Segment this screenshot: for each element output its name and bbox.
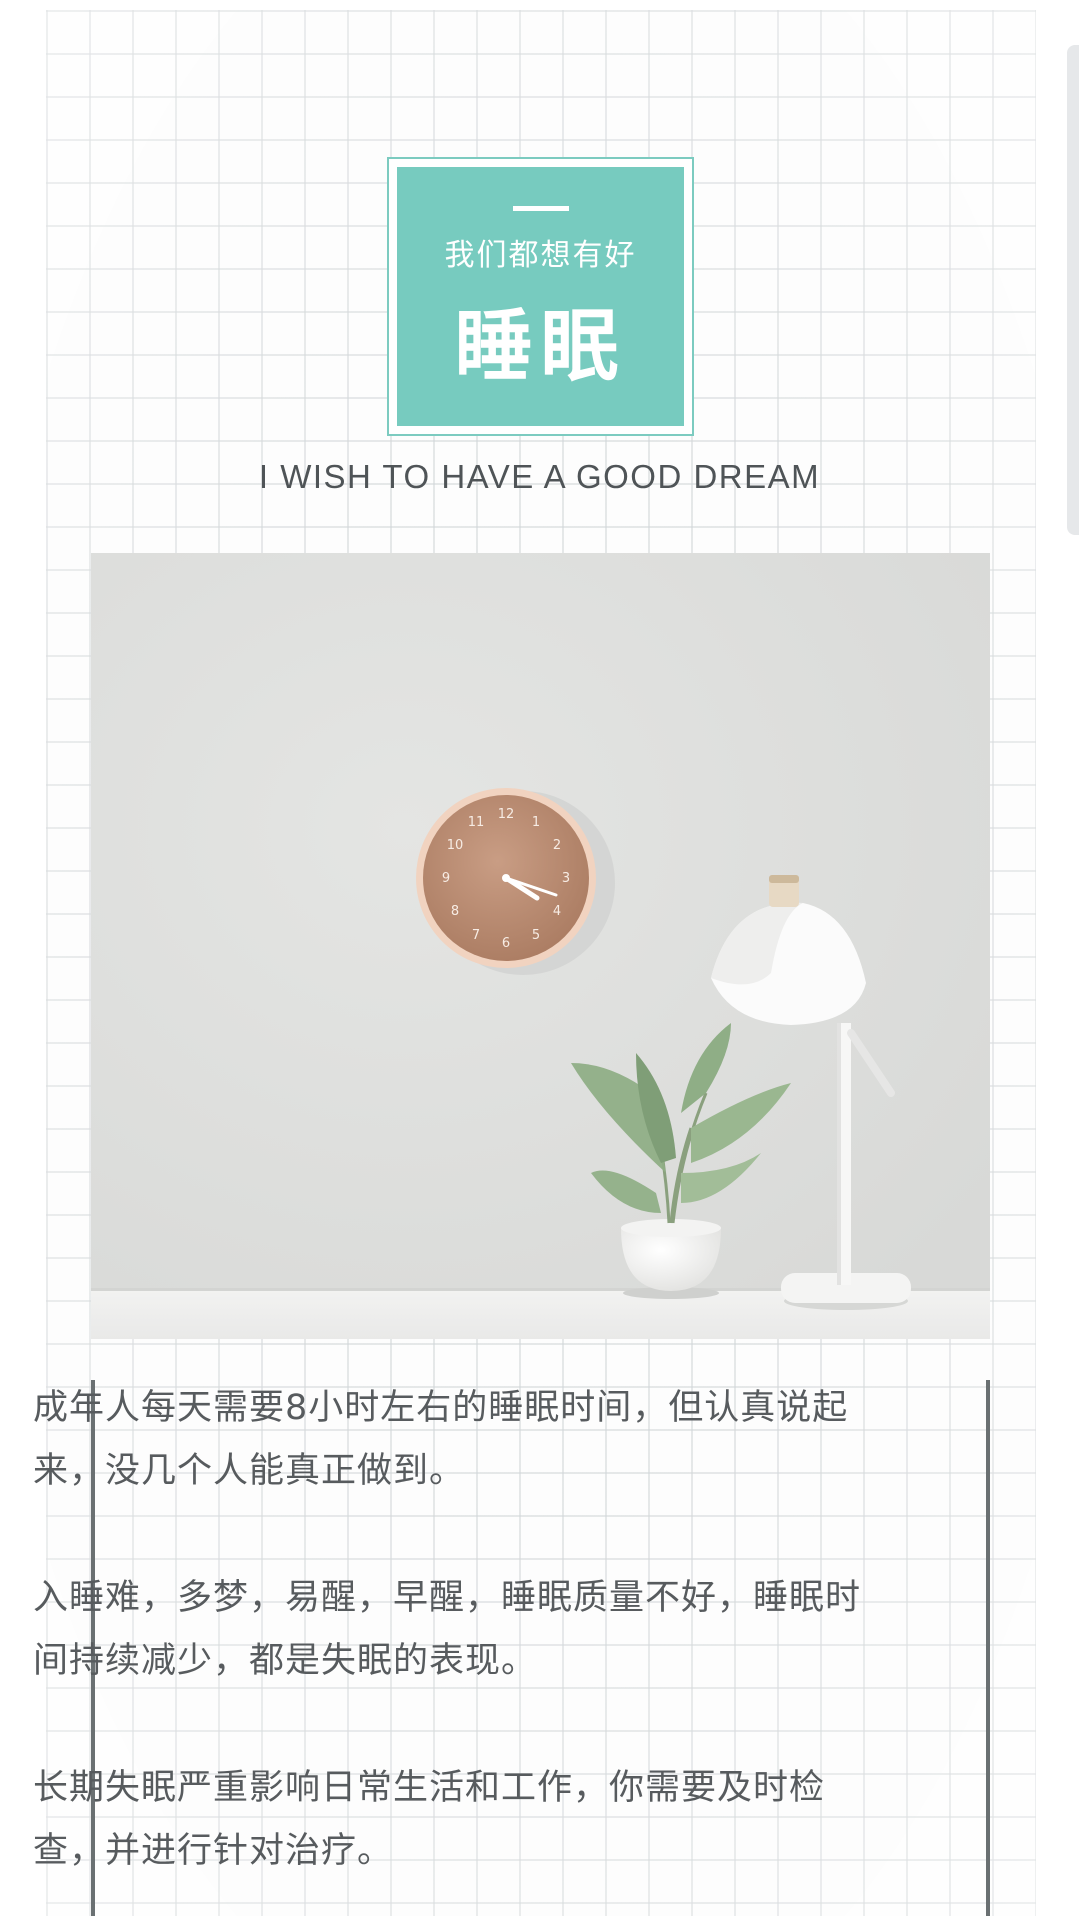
title-dash-decoration [512,206,569,211]
title-badge: 我们都想有好 睡眠 [387,157,694,436]
svg-text:6: 6 [502,936,510,951]
svg-text:4: 4 [553,904,561,919]
hero-photo-illustration: 12 1 2 3 4 5 6 7 8 9 10 11 [91,553,990,1339]
svg-text:10: 10 [447,838,464,853]
paragraph-1: 成年人每天需要8小时左右的睡眠时间，但认真说起来，没几个人能真正做到。 [33,1388,849,1491]
hero-photo: 12 1 2 3 4 5 6 7 8 9 10 11 [91,553,990,1339]
english-tagline: I WISH TO HAVE A GOOD DREAM [258,458,821,495]
badge-subtitle: 我们都想有好 [444,238,637,273]
wall-clock-icon: 12 1 2 3 4 5 6 7 8 9 10 11 [416,788,596,968]
title-badge-fill: 我们都想有好 睡眠 [397,167,684,426]
svg-text:7: 7 [472,928,480,943]
svg-text:9: 9 [442,871,450,886]
svg-text:11: 11 [468,815,485,830]
paragraph-3: 长期失眠严重影响日常生活和工作，你需要及时检查，并进行针对治疗。 [33,1768,826,1871]
svg-text:3: 3 [562,871,570,886]
badge-title: 睡眠 [454,302,627,392]
svg-text:1: 1 [532,815,540,830]
svg-text:2: 2 [553,838,561,853]
paragraph-2: 入睡难，多梦，易醒，早醒，睡眠质量不好，睡眠时间持续减少，都是失眠的表现。 [33,1578,862,1681]
svg-text:5: 5 [532,928,540,943]
svg-text:8: 8 [451,904,459,919]
svg-text:12: 12 [498,807,515,822]
